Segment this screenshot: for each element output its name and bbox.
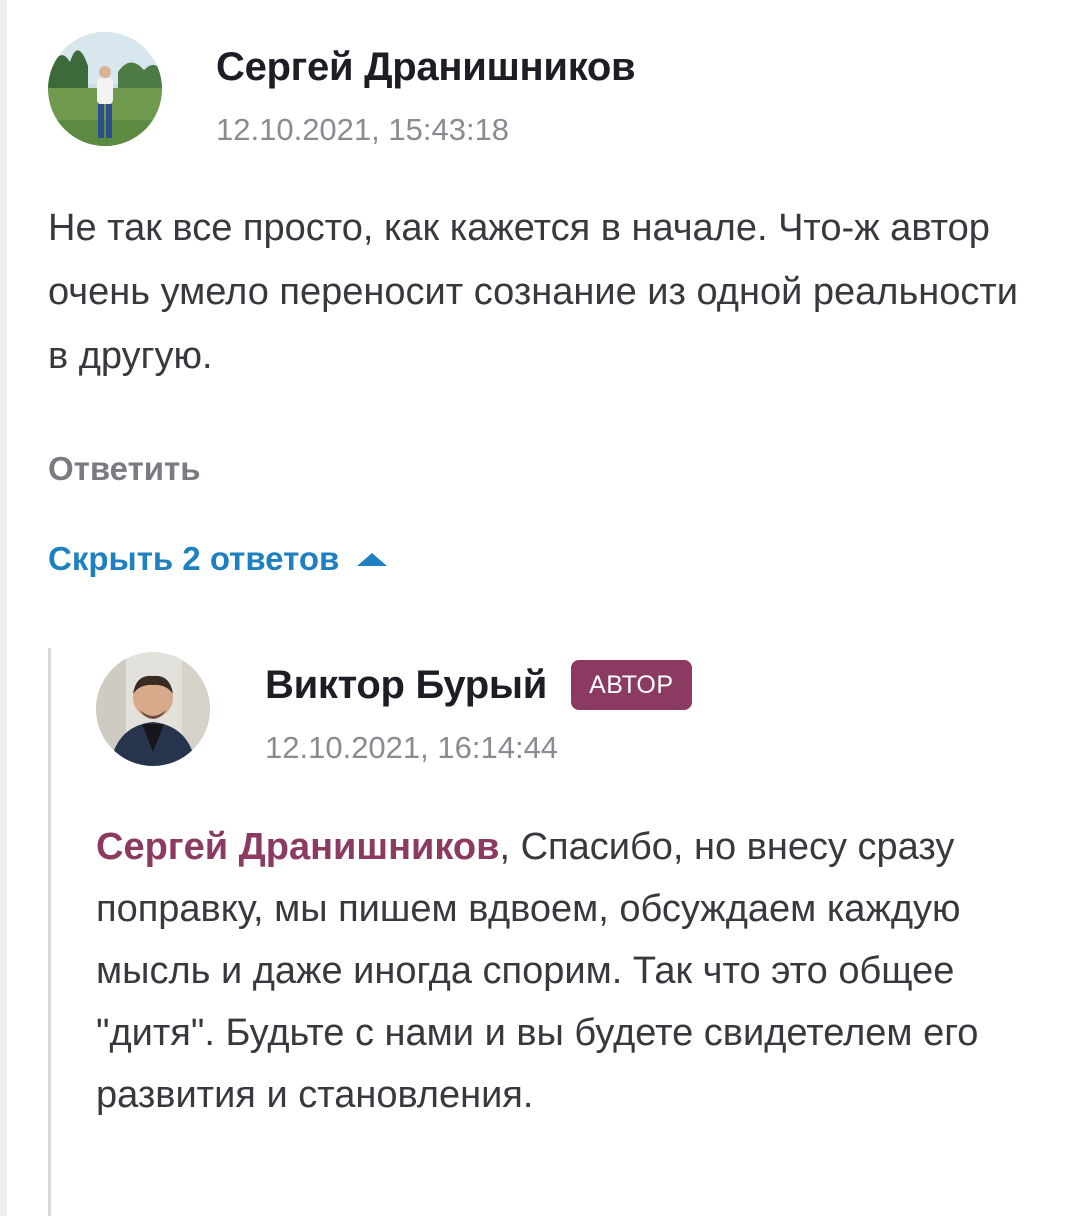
reply-name-row: Виктор Бурый АВТОР <box>265 660 692 710</box>
comment-header: Сергей Дранишников 12.10.2021, 15:43:18 <box>48 32 1038 148</box>
hide-replies-toggle[interactable]: Скрыть 2 ответов <box>48 540 1038 578</box>
comment-author-name[interactable]: Сергей Дранишников <box>216 44 636 90</box>
reply-avatar-photo-icon <box>96 652 210 766</box>
reply-body: , Спасибо, но внесу сразу поправку, мы п… <box>96 826 979 1116</box>
avatar-photo-icon <box>48 32 162 146</box>
comment-meta: Сергей Дранишников 12.10.2021, 15:43:18 <box>216 32 636 148</box>
chevron-up-icon <box>357 552 388 566</box>
left-edge-divider <box>0 0 7 1216</box>
comment-text: Не так все просто, как кажется в начале.… <box>48 207 1019 377</box>
reply-text: Сергей Дранишников, Спасибо, но внесу ср… <box>96 816 996 1126</box>
reply-header: Виктор Бурый АВТОР 12.10.2021, 16:14:44 <box>96 652 996 766</box>
comment: Сергей Дранишников 12.10.2021, 15:43:18 … <box>48 32 1038 578</box>
author-badge: АВТОР <box>571 660 692 710</box>
replies-thread: Виктор Бурый АВТОР 12.10.2021, 16:14:44 … <box>48 648 1041 1216</box>
reply-avatar[interactable] <box>96 652 210 766</box>
reply-comment: Виктор Бурый АВТОР 12.10.2021, 16:14:44 … <box>96 652 996 1126</box>
comment-timestamp: 12.10.2021, 15:43:18 <box>216 112 510 147</box>
reply-timestamp: 12.10.2021, 16:14:44 <box>265 730 559 765</box>
reply-author-name[interactable]: Виктор Бурый <box>265 662 547 708</box>
avatar[interactable] <box>48 32 162 146</box>
mention-link[interactable]: Сергей Дранишников <box>96 826 499 868</box>
reply-button[interactable]: Ответить <box>48 450 201 488</box>
hide-replies-label: Скрыть 2 ответов <box>48 540 340 577</box>
reply-meta: Виктор Бурый АВТОР 12.10.2021, 16:14:44 <box>265 652 692 766</box>
